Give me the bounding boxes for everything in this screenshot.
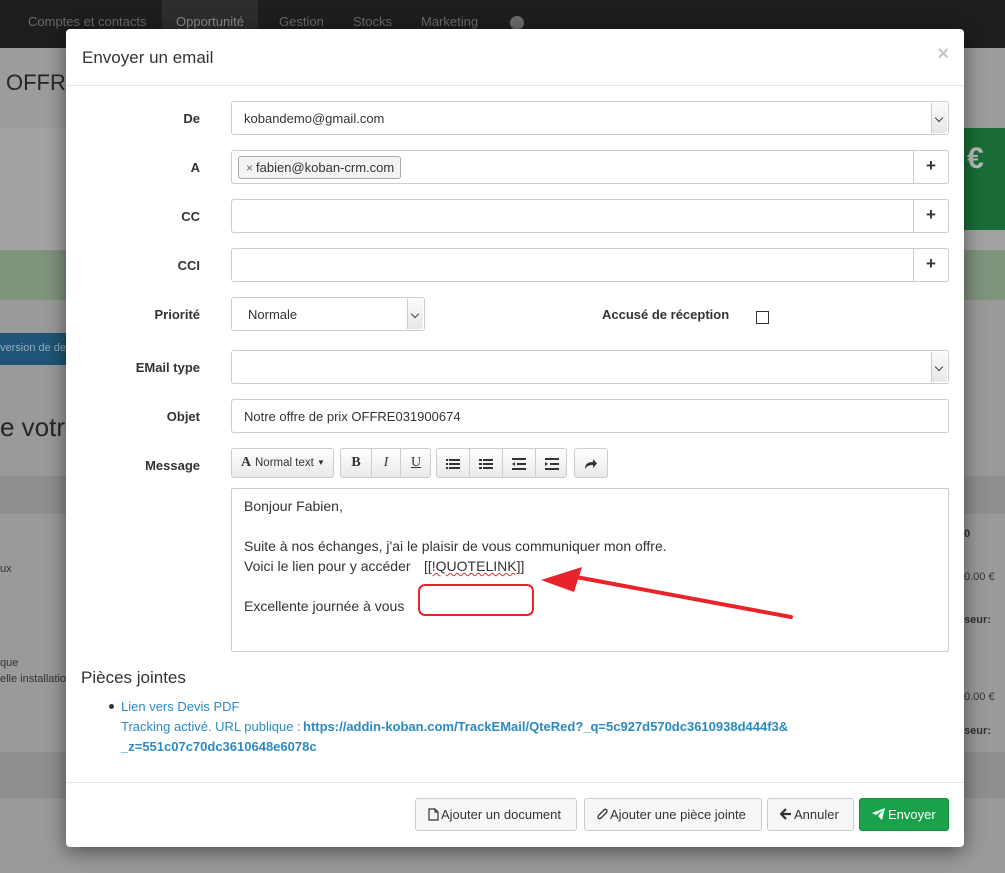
- format-button-group: B I U: [340, 448, 431, 478]
- bg-label-1: seur:: [964, 614, 991, 626]
- add-bcc-button[interactable]: +: [913, 248, 949, 282]
- footer-divider: [66, 782, 964, 783]
- cancel-button[interactable]: Annuler: [767, 798, 854, 831]
- cc-label: CC: [181, 209, 200, 224]
- to-field[interactable]: × fabien@koban-crm.com +: [231, 150, 949, 184]
- add-attachment-label: Ajouter une pièce jointe: [610, 807, 746, 822]
- bg-amount-1: 0.00 €: [964, 571, 995, 583]
- bcc-label: CCI: [177, 258, 200, 273]
- message-line-1: Suite à nos échanges, j'ai le plaisir de…: [244, 538, 667, 554]
- pdf-quote-link[interactable]: Lien vers Devis PDF: [121, 699, 239, 714]
- message-label: Message: [145, 458, 200, 473]
- bold-button[interactable]: B: [341, 449, 371, 477]
- bg-text-3: elle installation: [0, 673, 73, 685]
- message-line-2: Voici le lien pour y accéder: [244, 558, 411, 574]
- recipient-tag-label: fabien@koban-crm.com: [256, 160, 395, 175]
- send-email-modal: Envoyer un email × De kobandemo@gmail.co…: [66, 29, 964, 847]
- underline-button[interactable]: U: [401, 449, 431, 477]
- add-document-button[interactable]: Ajouter un document: [415, 798, 577, 831]
- bg-heading: e votr: [0, 412, 66, 442]
- redo-button[interactable]: [574, 448, 608, 478]
- subject-label: Objet: [166, 409, 200, 424]
- nav-tab-gestion[interactable]: Gestion: [279, 14, 324, 29]
- caret-down-icon: ▼: [317, 458, 325, 467]
- list-button-group: [436, 448, 567, 478]
- add-to-button[interactable]: +: [913, 150, 949, 184]
- modal-title: Envoyer un email: [82, 48, 214, 67]
- bcc-field[interactable]: +: [231, 248, 949, 282]
- annotation-arrow-icon: [541, 567, 793, 619]
- receipt-checkbox[interactable]: [756, 311, 769, 324]
- remove-recipient-icon[interactable]: ×: [246, 161, 253, 175]
- add-attachment-button[interactable]: Ajouter une pièce jointe: [584, 798, 762, 831]
- chevron-down-icon[interactable]: [407, 299, 423, 329]
- tracking-url[interactable]: https://addin-koban.com/TrackEMail/QteRe…: [303, 719, 788, 734]
- receipt-label: Accusé de réception: [602, 307, 730, 322]
- chevron-down-icon[interactable]: [931, 103, 947, 133]
- message-greeting: Bonjour Fabien,: [244, 498, 343, 514]
- to-label: A: [190, 160, 200, 175]
- attachments-title: Pièces jointes: [81, 668, 186, 687]
- nav-tab-stocks[interactable]: Stocks: [353, 14, 392, 29]
- bg-amount-tile: €: [963, 128, 1005, 230]
- priority-select[interactable]: Normale: [231, 297, 425, 331]
- bg-amount-2: 0.00 €: [964, 691, 995, 703]
- priority-value: Normale: [248, 307, 298, 322]
- paperclip-icon: [597, 808, 608, 820]
- bullet-list-icon[interactable]: [437, 449, 469, 477]
- numbered-list-icon[interactable]: [470, 449, 502, 477]
- email-type-label: EMail type: [135, 360, 200, 375]
- add-cc-button[interactable]: +: [913, 199, 949, 233]
- palette-icon[interactable]: [510, 16, 524, 30]
- close-icon[interactable]: ×: [937, 43, 949, 66]
- cancel-label: Annuler: [794, 807, 839, 822]
- quotelink-placeholder: [[!QUOTELINK]]: [424, 558, 525, 574]
- bg-col-header: 0: [964, 528, 971, 540]
- recipient-tag: × fabien@koban-crm.com: [238, 156, 402, 179]
- outdent-icon[interactable]: [503, 449, 535, 477]
- nav-tab-comptes[interactable]: Comptes et contacts: [28, 14, 147, 29]
- cc-field[interactable]: +: [231, 199, 949, 233]
- arrow-left-icon: [779, 808, 791, 820]
- add-document-label: Ajouter un document: [441, 807, 561, 822]
- file-icon: [428, 808, 439, 821]
- bg-text-1: ux: [0, 563, 12, 575]
- font-icon: A: [241, 455, 252, 470]
- nav-tab-marketing[interactable]: Marketing: [421, 14, 478, 29]
- chevron-down-icon[interactable]: [931, 352, 947, 382]
- tracking-url-continued[interactable]: _z=551c07c70dc3610648e6078c: [121, 739, 317, 754]
- redo-icon: [575, 449, 607, 477]
- paper-plane-icon: [872, 808, 885, 820]
- tracking-label: Tracking activé. URL publique :: [121, 719, 301, 734]
- text-style-dropdown[interactable]: A Normal text ▼: [231, 448, 334, 478]
- list-bullet: [109, 704, 114, 709]
- from-select[interactable]: kobandemo@gmail.com: [231, 101, 949, 135]
- bg-label-2: seur:: [964, 725, 991, 737]
- send-label: Envoyer: [888, 807, 936, 822]
- bg-text-2: que: [0, 657, 19, 669]
- subject-input[interactable]: Notre offre de prix OFFRE031900674: [231, 399, 949, 433]
- send-button[interactable]: Envoyer: [859, 798, 949, 831]
- message-closing: Excellente journée à vous: [244, 598, 405, 614]
- indent-icon[interactable]: [536, 449, 567, 477]
- priority-label: Priorité: [154, 307, 200, 322]
- email-type-select[interactable]: [231, 350, 949, 384]
- italic-button[interactable]: I: [372, 449, 400, 477]
- modal-header: Envoyer un email ×: [66, 29, 964, 86]
- subject-value: Notre offre de prix OFFRE031900674: [244, 409, 461, 424]
- bg-version-button[interactable]: version de dev: [0, 333, 66, 365]
- highlight-box: [418, 584, 534, 616]
- from-value: kobandemo@gmail.com: [244, 111, 385, 126]
- text-style-label: Normal text: [255, 457, 314, 469]
- from-label: De: [183, 111, 200, 126]
